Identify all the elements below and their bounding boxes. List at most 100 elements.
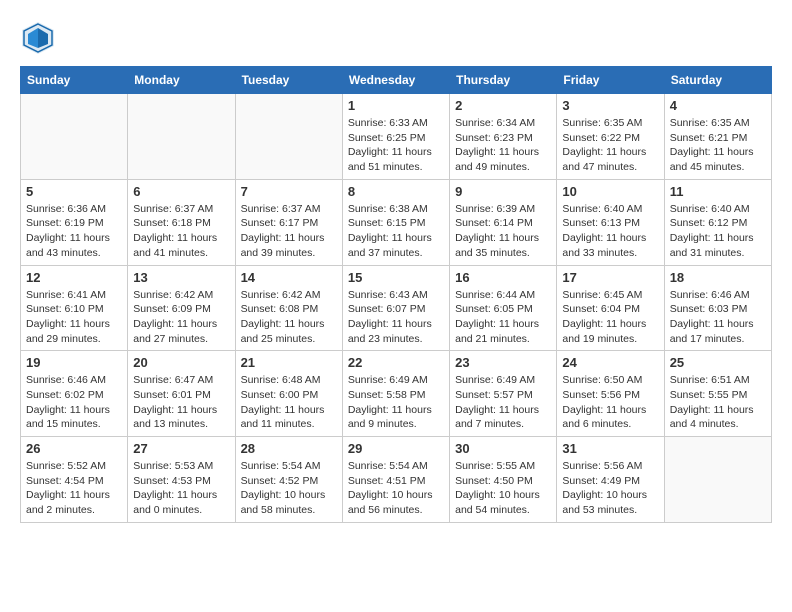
- calendar-week-row: 5Sunrise: 6:36 AM Sunset: 6:19 PM Daylig…: [21, 179, 772, 265]
- calendar-cell: 12 Sunrise: 6:41 AM Sunset: 6:10 PM Dayli…: [21, 265, 128, 351]
- day-number: 4: [670, 98, 766, 113]
- calendar-cell: 16 Sunrise: 6:44 AM Sunset: 6:05 PM Dayli…: [450, 265, 557, 351]
- calendar-week-row: 12 Sunrise: 6:41 AM Sunset: 6:10 PM Dayli…: [21, 265, 772, 351]
- day-info: Sunrise: 5:52 AM Sunset: 4:54 PM Dayligh…: [26, 459, 122, 518]
- calendar-cell: 1 Sunrise: 6:33 AM Sunset: 6:25 PM Daylig…: [342, 94, 449, 180]
- day-number: 9: [455, 184, 551, 199]
- day-number: 8: [348, 184, 444, 199]
- day-number: 27: [133, 441, 229, 456]
- day-number: 12: [26, 270, 122, 285]
- day-number: 2: [455, 98, 551, 113]
- day-info: Sunrise: 6:37 AM Sunset: 6:18 PM Dayligh…: [133, 202, 229, 261]
- calendar-cell: 18Sunrise: 6:46 AM Sunset: 6:03 PM Dayli…: [664, 265, 771, 351]
- day-info: Sunrise: 6:35 AM Sunset: 6:21 PM Dayligh…: [670, 116, 766, 175]
- calendar-cell: 28 Sunrise: 5:54 AM Sunset: 4:52 PM Dayli…: [235, 437, 342, 523]
- day-info: Sunrise: 6:45 AM Sunset: 6:04 PM Dayligh…: [562, 288, 658, 347]
- calendar-table: SundayMondayTuesdayWednesdayThursdayFrid…: [20, 66, 772, 523]
- weekday-header: Friday: [557, 67, 664, 94]
- weekday-header: Tuesday: [235, 67, 342, 94]
- day-number: 20: [133, 355, 229, 370]
- calendar-cell: 15Sunrise: 6:43 AM Sunset: 6:07 PM Dayli…: [342, 265, 449, 351]
- weekday-header: Thursday: [450, 67, 557, 94]
- calendar-cell: 23 Sunrise: 6:49 AM Sunset: 5:57 PM Dayli…: [450, 351, 557, 437]
- calendar-cell: 8Sunrise: 6:38 AM Sunset: 6:15 PM Daylig…: [342, 179, 449, 265]
- calendar-cell: 10Sunrise: 6:40 AM Sunset: 6:13 PM Dayli…: [557, 179, 664, 265]
- day-number: 1: [348, 98, 444, 113]
- day-info: Sunrise: 6:40 AM Sunset: 6:12 PM Dayligh…: [670, 202, 766, 261]
- calendar-cell: 5Sunrise: 6:36 AM Sunset: 6:19 PM Daylig…: [21, 179, 128, 265]
- day-info: Sunrise: 6:46 AM Sunset: 6:03 PM Dayligh…: [670, 288, 766, 347]
- day-info: Sunrise: 6:34 AM Sunset: 6:23 PM Dayligh…: [455, 116, 551, 175]
- calendar-week-row: 26Sunrise: 5:52 AM Sunset: 4:54 PM Dayli…: [21, 437, 772, 523]
- day-info: Sunrise: 6:50 AM Sunset: 5:56 PM Dayligh…: [562, 373, 658, 432]
- calendar-cell: 24 Sunrise: 6:50 AM Sunset: 5:56 PM Dayli…: [557, 351, 664, 437]
- day-info: Sunrise: 6:47 AM Sunset: 6:01 PM Dayligh…: [133, 373, 229, 432]
- calendar-cell: 27 Sunrise: 5:53 AM Sunset: 4:53 PM Dayli…: [128, 437, 235, 523]
- calendar-cell: [128, 94, 235, 180]
- day-number: 23: [455, 355, 551, 370]
- logo: [20, 20, 62, 56]
- day-info: Sunrise: 6:42 AM Sunset: 6:09 PM Dayligh…: [133, 288, 229, 347]
- calendar-week-row: 19 Sunrise: 6:46 AM Sunset: 6:02 PM Dayli…: [21, 351, 772, 437]
- calendar-cell: 13 Sunrise: 6:42 AM Sunset: 6:09 PM Dayli…: [128, 265, 235, 351]
- day-info: Sunrise: 6:37 AM Sunset: 6:17 PM Dayligh…: [241, 202, 337, 261]
- day-number: 7: [241, 184, 337, 199]
- day-info: Sunrise: 6:35 AM Sunset: 6:22 PM Dayligh…: [562, 116, 658, 175]
- calendar-cell: 29 Sunrise: 5:54 AM Sunset: 4:51 PM Dayli…: [342, 437, 449, 523]
- day-info: Sunrise: 6:49 AM Sunset: 5:57 PM Dayligh…: [455, 373, 551, 432]
- day-number: 28: [241, 441, 337, 456]
- weekday-header: Monday: [128, 67, 235, 94]
- day-number: 19: [26, 355, 122, 370]
- day-info: Sunrise: 6:33 AM Sunset: 6:25 PM Dayligh…: [348, 116, 444, 175]
- calendar-cell: 31 Sunrise: 5:56 AM Sunset: 4:49 PM Dayli…: [557, 437, 664, 523]
- day-info: Sunrise: 6:44 AM Sunset: 6:05 PM Dayligh…: [455, 288, 551, 347]
- day-number: 13: [133, 270, 229, 285]
- day-number: 29: [348, 441, 444, 456]
- day-info: Sunrise: 5:56 AM Sunset: 4:49 PM Dayligh…: [562, 459, 658, 518]
- day-info: Sunrise: 6:48 AM Sunset: 6:00 PM Dayligh…: [241, 373, 337, 432]
- day-info: Sunrise: 6:39 AM Sunset: 6:14 PM Dayligh…: [455, 202, 551, 261]
- day-info: Sunrise: 5:55 AM Sunset: 4:50 PM Dayligh…: [455, 459, 551, 518]
- calendar-cell: 3 Sunrise: 6:35 AM Sunset: 6:22 PM Daylig…: [557, 94, 664, 180]
- day-info: Sunrise: 6:36 AM Sunset: 6:19 PM Dayligh…: [26, 202, 122, 261]
- day-info: Sunrise: 5:54 AM Sunset: 4:51 PM Dayligh…: [348, 459, 444, 518]
- day-info: Sunrise: 6:43 AM Sunset: 6:07 PM Dayligh…: [348, 288, 444, 347]
- day-number: 16: [455, 270, 551, 285]
- calendar-cell: 21 Sunrise: 6:48 AM Sunset: 6:00 PM Dayli…: [235, 351, 342, 437]
- calendar-cell: [235, 94, 342, 180]
- day-number: 6: [133, 184, 229, 199]
- calendar-cell: 30 Sunrise: 5:55 AM Sunset: 4:50 PM Dayli…: [450, 437, 557, 523]
- calendar-cell: 2 Sunrise: 6:34 AM Sunset: 6:23 PM Daylig…: [450, 94, 557, 180]
- day-number: 24: [562, 355, 658, 370]
- calendar-cell: 7 Sunrise: 6:37 AM Sunset: 6:17 PM Daylig…: [235, 179, 342, 265]
- day-number: 14: [241, 270, 337, 285]
- day-number: 31: [562, 441, 658, 456]
- day-info: Sunrise: 6:41 AM Sunset: 6:10 PM Dayligh…: [26, 288, 122, 347]
- calendar-cell: 4 Sunrise: 6:35 AM Sunset: 6:21 PM Daylig…: [664, 94, 771, 180]
- day-info: Sunrise: 6:46 AM Sunset: 6:02 PM Dayligh…: [26, 373, 122, 432]
- calendar-cell: 17 Sunrise: 6:45 AM Sunset: 6:04 PM Dayli…: [557, 265, 664, 351]
- day-number: 25: [670, 355, 766, 370]
- calendar-cell: 19 Sunrise: 6:46 AM Sunset: 6:02 PM Dayli…: [21, 351, 128, 437]
- weekday-header: Sunday: [21, 67, 128, 94]
- weekday-header: Saturday: [664, 67, 771, 94]
- day-number: 30: [455, 441, 551, 456]
- day-info: Sunrise: 6:42 AM Sunset: 6:08 PM Dayligh…: [241, 288, 337, 347]
- day-info: Sunrise: 5:54 AM Sunset: 4:52 PM Dayligh…: [241, 459, 337, 518]
- calendar-cell: 22Sunrise: 6:49 AM Sunset: 5:58 PM Dayli…: [342, 351, 449, 437]
- day-number: 17: [562, 270, 658, 285]
- calendar-cell: [21, 94, 128, 180]
- weekday-header: Wednesday: [342, 67, 449, 94]
- day-number: 11: [670, 184, 766, 199]
- calendar-cell: 9 Sunrise: 6:39 AM Sunset: 6:14 PM Daylig…: [450, 179, 557, 265]
- day-number: 21: [241, 355, 337, 370]
- day-info: Sunrise: 6:40 AM Sunset: 6:13 PM Dayligh…: [562, 202, 658, 261]
- day-info: Sunrise: 5:53 AM Sunset: 4:53 PM Dayligh…: [133, 459, 229, 518]
- day-info: Sunrise: 6:49 AM Sunset: 5:58 PM Dayligh…: [348, 373, 444, 432]
- day-number: 3: [562, 98, 658, 113]
- calendar-cell: 6 Sunrise: 6:37 AM Sunset: 6:18 PM Daylig…: [128, 179, 235, 265]
- calendar-cell: [664, 437, 771, 523]
- calendar-cell: 14 Sunrise: 6:42 AM Sunset: 6:08 PM Dayli…: [235, 265, 342, 351]
- day-info: Sunrise: 6:51 AM Sunset: 5:55 PM Dayligh…: [670, 373, 766, 432]
- calendar-week-row: 1 Sunrise: 6:33 AM Sunset: 6:25 PM Daylig…: [21, 94, 772, 180]
